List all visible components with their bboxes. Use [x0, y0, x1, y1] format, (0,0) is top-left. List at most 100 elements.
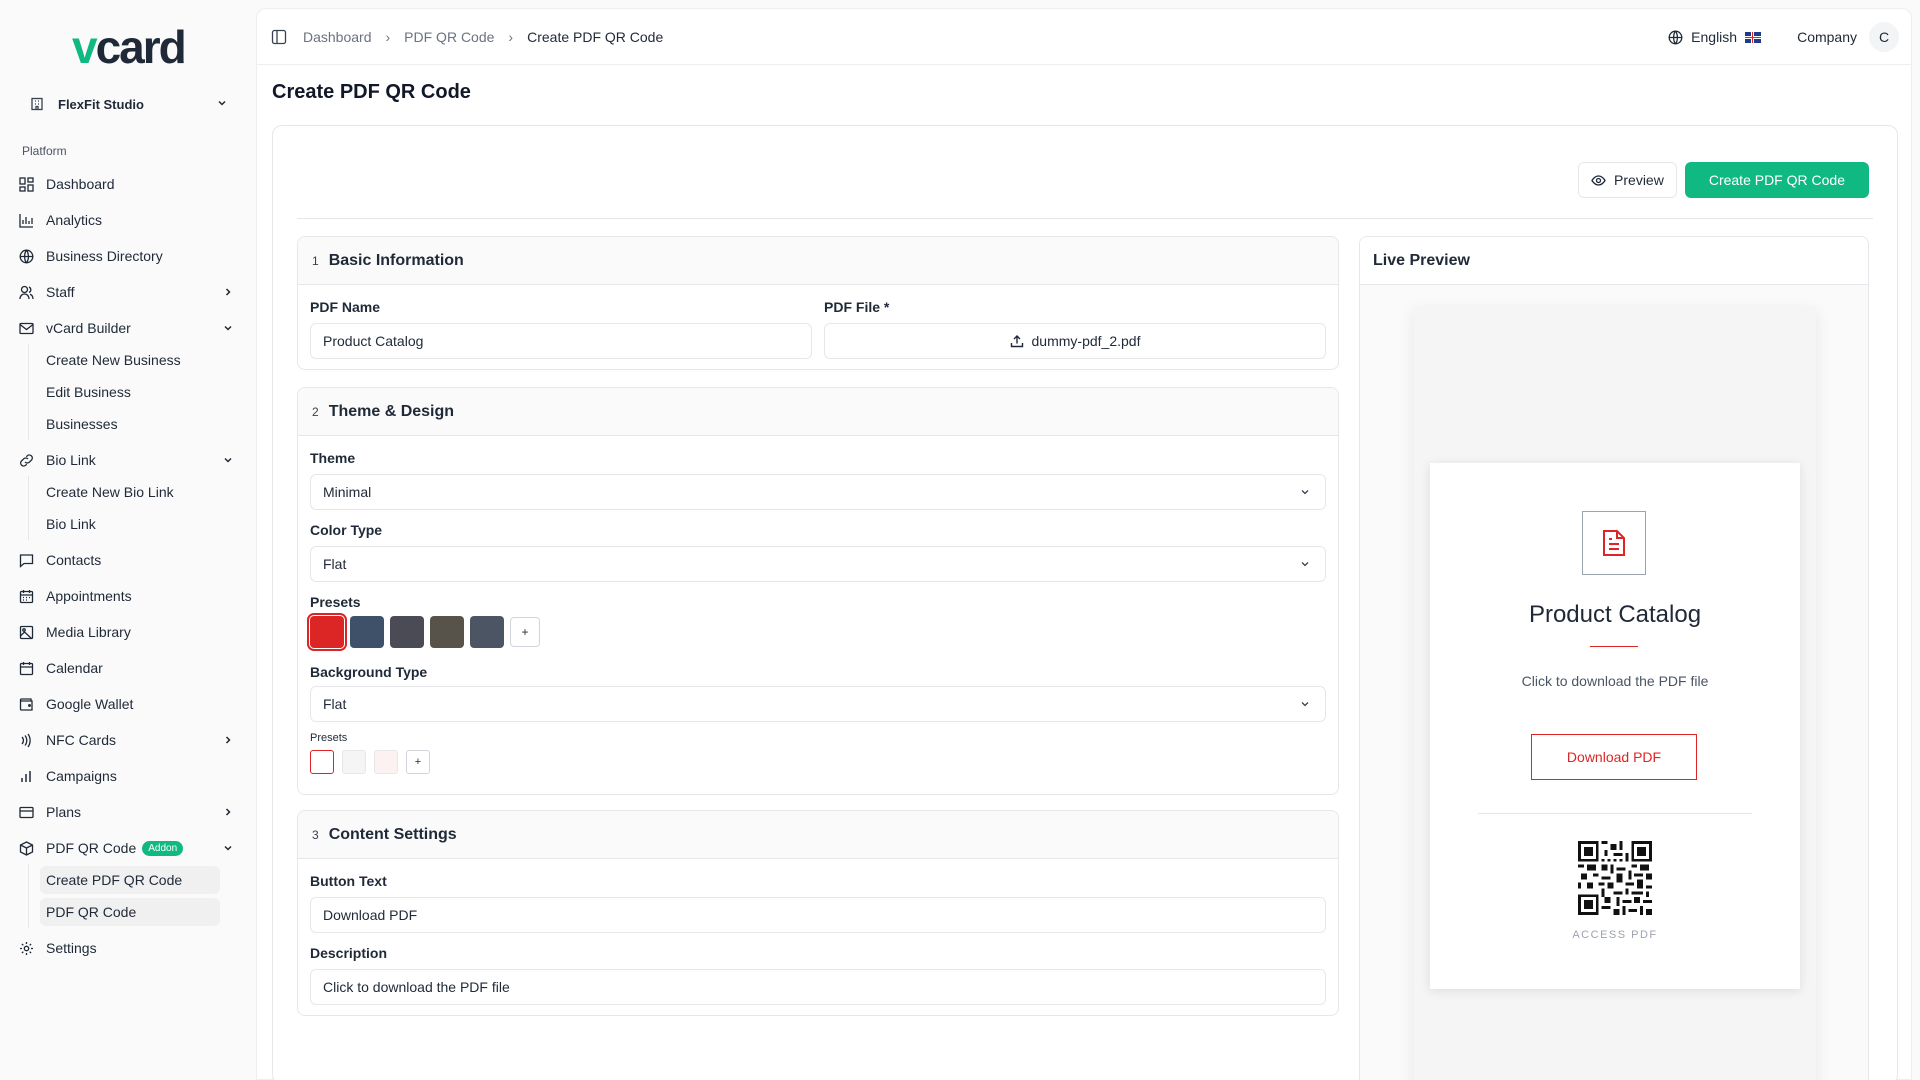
color-preset-swatch[interactable] — [470, 616, 504, 648]
color-type-label: Color Type — [310, 522, 383, 538]
background-preset-swatch[interactable] — [310, 750, 334, 774]
logo-v: v — [72, 21, 98, 73]
sidebar-subitem-create-pdf-qr-code[interactable]: Create PDF QR Code — [40, 866, 220, 894]
submenu-line — [28, 344, 29, 440]
sidebar-toggle-icon[interactable] — [271, 29, 287, 45]
sidebar-item-label: Settings — [46, 940, 97, 956]
submenu-line — [28, 476, 29, 540]
section-number: 1 — [312, 253, 319, 268]
preview-divider — [1478, 813, 1752, 814]
add-background-preset-button[interactable]: + — [406, 750, 430, 774]
sidebar-item-nfc-cards[interactable]: NFC Cards — [14, 724, 242, 756]
section-header[interactable]: 2 Theme & Design — [298, 388, 1338, 436]
bar-chart-icon — [14, 764, 38, 788]
sidebar-subitem-create-new-bio-link[interactable]: Create New Bio Link — [40, 478, 220, 506]
section-header[interactable]: 1 Basic Information — [298, 237, 1338, 285]
color-preset-swatch[interactable] — [307, 613, 347, 651]
sidebar-item-media-library[interactable]: Media Library — [14, 616, 242, 648]
button-text-input[interactable]: Download PDF — [310, 897, 1326, 933]
chevron-down-icon — [1299, 558, 1311, 570]
eye-icon — [1591, 173, 1606, 188]
sidebar-item-plans[interactable]: Plans — [14, 796, 242, 828]
sidebar-subitem-pdf-qr-code[interactable]: PDF QR Code — [40, 898, 220, 926]
background-preset-swatch[interactable] — [374, 750, 398, 774]
logo-text: card — [95, 21, 187, 73]
color-preset-swatch[interactable] — [350, 616, 384, 648]
mail-icon — [14, 316, 38, 340]
sidebar-item-appointments[interactable]: Appointments — [14, 580, 242, 612]
section-title: Basic Information — [328, 251, 464, 269]
sidebar-subitem-businesses[interactable]: Businesses — [40, 410, 220, 438]
chevron-down-icon — [222, 842, 234, 854]
message-icon — [14, 548, 38, 572]
sidebar-item-label: NFC Cards — [46, 732, 117, 748]
add-color-preset-button[interactable]: + — [510, 617, 540, 647]
section-header[interactable]: 3 Content Settings — [298, 811, 1338, 859]
action-bar: Preview Create PDF QR Code — [1578, 162, 1869, 198]
divider — [297, 218, 1873, 219]
sidebar-item-label: Bio Link — [46, 452, 96, 468]
calendar-icon — [14, 656, 38, 680]
sidebar-item-vcard-builder[interactable]: vCard Builder — [14, 312, 242, 344]
workspace-name: FlexFit Studio — [58, 96, 144, 112]
create-pdf-qr-code-button[interactable]: Create PDF QR Code — [1684, 162, 1869, 198]
platform-section-label: Platform — [22, 144, 67, 158]
upload-icon — [1010, 334, 1024, 348]
preview-download-button[interactable]: Download PDF — [1531, 734, 1697, 780]
background-type-label: Background Type — [310, 664, 428, 680]
company-menu[interactable]: Company C — [1797, 22, 1899, 52]
sidebar-item-campaigns[interactable]: Campaigns — [14, 760, 242, 792]
language-switcher[interactable]: English — [1668, 29, 1762, 45]
pdf-name-input[interactable]: Product Catalog — [310, 323, 812, 359]
vcard-logo[interactable]: vcard — [72, 21, 187, 73]
sidebar-item-business-directory[interactable]: Business Directory — [14, 240, 242, 272]
theme-select[interactable]: Minimal — [310, 474, 1326, 510]
theme-label: Theme — [310, 450, 356, 466]
sidebar-item-pdf-qr-code[interactable]: PDF QR Code Addon — [14, 832, 242, 864]
background-type-select[interactable]: Flat — [310, 686, 1326, 722]
pdf-name-label: PDF Name — [310, 299, 381, 315]
sidebar-item-settings[interactable]: Settings — [14, 932, 242, 964]
live-preview-header: Live Preview — [1360, 237, 1868, 285]
chevron-down-icon — [222, 322, 234, 334]
sidebar-item-staff[interactable]: Staff — [14, 276, 242, 308]
color-type-select[interactable]: Flat — [310, 546, 1326, 582]
description-label: Description — [310, 945, 388, 961]
sidebar-item-dashboard[interactable]: Dashboard — [14, 168, 242, 200]
sidebar-item-contacts[interactable]: Contacts — [14, 544, 242, 576]
sidebar-subitem-bio-link[interactable]: Bio Link — [40, 510, 220, 538]
chevron-down-icon — [216, 97, 228, 112]
color-type-value: Flat — [323, 556, 347, 572]
gear-icon — [14, 936, 38, 960]
image-icon — [14, 620, 38, 644]
wallet-icon — [14, 692, 38, 716]
breadcrumb-pdf-qr-code[interactable]: PDF QR Code — [404, 29, 494, 45]
section-title: Content Settings — [328, 825, 457, 843]
sidebar-item-bio-link[interactable]: Bio Link — [14, 444, 242, 476]
basic-information-section: 1 Basic Information PDF Name Product Cata… — [297, 236, 1339, 370]
section-title: Theme & Design — [328, 402, 455, 420]
chevron-right-icon — [222, 806, 234, 818]
description-input[interactable]: Click to download the PDF file — [310, 969, 1326, 1005]
access-pdf-label: ACCESS PDF — [1572, 929, 1658, 941]
breadcrumb: Dashboard › PDF QR Code › Create PDF QR … — [271, 9, 663, 65]
users-icon — [14, 280, 38, 304]
preview-button[interactable]: Preview — [1578, 162, 1677, 198]
color-preset-swatch[interactable] — [390, 616, 424, 648]
sidebar-item-google-wallet[interactable]: Google Wallet — [14, 688, 242, 720]
sidebar-item-calendar[interactable]: Calendar — [14, 652, 242, 684]
page-title: Create PDF QR Code — [272, 81, 471, 103]
background-preset-swatch[interactable] — [342, 750, 366, 774]
pdf-file-name: dummy-pdf_2.pdf — [1031, 333, 1141, 349]
nfc-icon — [14, 728, 38, 752]
pdf-file-upload[interactable]: dummy-pdf_2.pdf — [824, 323, 1326, 359]
sidebar-subitem-create-new-business[interactable]: Create New Business — [40, 346, 220, 374]
building-icon — [28, 95, 46, 113]
workspace-switcher[interactable]: FlexFit Studio — [28, 90, 228, 118]
sidebar-item-analytics[interactable]: Analytics — [14, 204, 242, 236]
color-preset-swatch[interactable] — [430, 616, 464, 648]
sidebar-item-label: vCard Builder — [46, 320, 131, 336]
sidebar-subitem-edit-business[interactable]: Edit Business — [40, 378, 220, 406]
chevron-down-icon — [1299, 486, 1311, 498]
breadcrumb-dashboard[interactable]: Dashboard — [303, 29, 372, 45]
